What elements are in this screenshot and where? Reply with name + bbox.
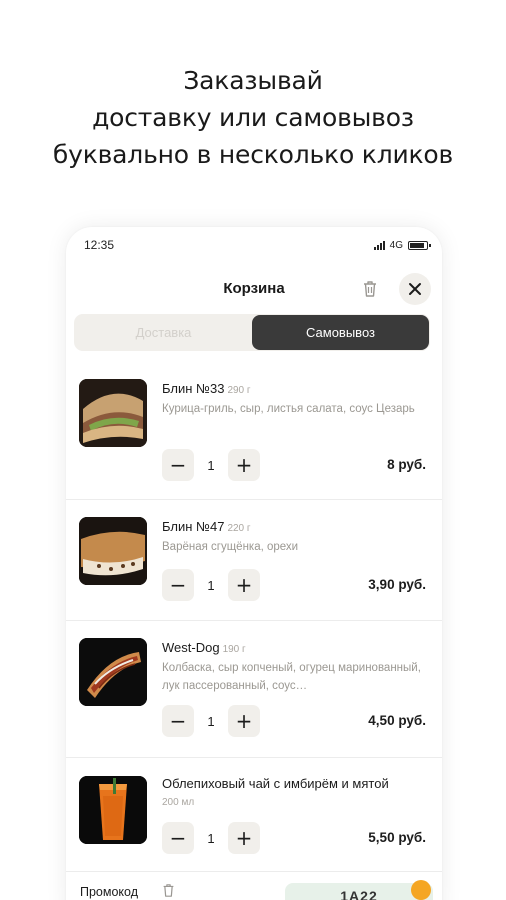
- product-weight: 200 мл: [162, 797, 195, 808]
- headline-line-1: Заказывай: [183, 66, 323, 95]
- cart-items: Блин №33 290 г Курица-гриль, сыр, листья …: [66, 365, 442, 872]
- increase-quantity-button[interactable]: +: [228, 705, 260, 737]
- product-name: West-Dog 190 г: [162, 640, 246, 655]
- item-price: 5,50 руб.: [368, 830, 426, 845]
- product-image: [79, 379, 147, 447]
- quantity-stepper: − 1 +: [162, 569, 260, 601]
- product-name: Блин №33 290 г: [162, 381, 251, 396]
- product-title: West-Dog: [162, 640, 220, 655]
- product-image: [79, 638, 147, 706]
- promo-code-field[interactable]: 1А22: [285, 880, 433, 900]
- emoji-icon: [411, 880, 431, 900]
- product-weight: 290 г: [227, 385, 251, 396]
- tab-pickup[interactable]: Самовывоз: [252, 315, 429, 350]
- product-description: Варёная сгущёнка, орехи: [162, 541, 299, 553]
- product-title: Блин №33: [162, 381, 225, 396]
- clear-cart-button[interactable]: [358, 277, 382, 301]
- list-item: Блин №47 220 г Варёная сгущёнка, орехи − …: [66, 500, 442, 621]
- network-type: 4G: [389, 239, 403, 251]
- product-title: Облепиховый чай с имбирём и мятой: [162, 776, 389, 791]
- product-description: Курица-гриль, сыр, листья салата, соус Ц…: [162, 403, 415, 415]
- promo-code-value: 1А22: [340, 888, 378, 900]
- product-name: Блин №47 220 г: [162, 519, 251, 534]
- status-indicators: 4G: [373, 239, 431, 251]
- quantity-stepper: − 1 +: [162, 822, 260, 854]
- quantity-stepper: − 1 +: [162, 449, 260, 481]
- trash-icon: [364, 281, 376, 297]
- increase-quantity-button[interactable]: +: [228, 569, 260, 601]
- headline-line-3: буквально в несколько кликов: [52, 140, 454, 169]
- list-item: West-Dog 190 г Колбаска, сыр копченый, ог…: [66, 621, 442, 758]
- cart-header: Корзина: [66, 271, 442, 307]
- status-time: 12:35: [84, 238, 115, 252]
- trash-icon: [163, 884, 174, 897]
- list-item: Облепиховый чай с имбирём и мятой 200 мл…: [66, 758, 442, 872]
- product-name: Облепиховый чай с имбирём и мятой: [162, 776, 389, 791]
- quantity-value: 1: [207, 830, 215, 846]
- product-weight: 220 г: [227, 523, 251, 534]
- decrease-quantity-button[interactable]: −: [162, 569, 194, 601]
- product-image: [79, 776, 147, 844]
- phone-screen: 12:35 4G Корзина Доставка Самовывоз Блин…: [66, 227, 442, 900]
- promo-headline: Заказывай доставку или самовывоз букваль…: [0, 62, 506, 173]
- delivery-mode-switch: Доставка Самовывоз: [74, 314, 430, 351]
- item-price: 3,90 руб.: [368, 577, 426, 592]
- status-bar: 12:35 4G: [66, 227, 442, 263]
- quantity-value: 1: [207, 457, 215, 473]
- list-item: Блин №33 290 г Курица-гриль, сыр, листья …: [66, 365, 442, 500]
- decrease-quantity-button[interactable]: −: [162, 705, 194, 737]
- product-description: Колбаска, сыр копченый, огурец маринован…: [162, 662, 421, 692]
- quantity-value: 1: [207, 713, 215, 729]
- promo-code-row: Промокод 1А22: [80, 880, 433, 900]
- page-title: Корзина: [223, 280, 285, 297]
- signal-icon: [373, 240, 385, 250]
- close-button[interactable]: [399, 273, 431, 305]
- item-price: 8 руб.: [387, 457, 426, 472]
- product-title: Блин №47: [162, 519, 225, 534]
- product-weight: 190 г: [222, 644, 246, 655]
- headline-line-2: доставку или самовывоз: [92, 103, 414, 132]
- clear-promo-button[interactable]: [162, 883, 175, 900]
- increase-quantity-button[interactable]: +: [228, 822, 260, 854]
- increase-quantity-button[interactable]: +: [228, 449, 260, 481]
- promo-label: Промокод: [80, 885, 139, 899]
- decrease-quantity-button[interactable]: −: [162, 449, 194, 481]
- product-image: [79, 517, 147, 585]
- quantity-value: 1: [207, 577, 215, 593]
- quantity-stepper: − 1 +: [162, 705, 260, 737]
- decrease-quantity-button[interactable]: −: [162, 822, 194, 854]
- item-price: 4,50 руб.: [368, 713, 426, 728]
- close-icon: [409, 283, 421, 295]
- tab-delivery[interactable]: Доставка: [75, 315, 252, 350]
- battery-icon: [408, 240, 431, 250]
